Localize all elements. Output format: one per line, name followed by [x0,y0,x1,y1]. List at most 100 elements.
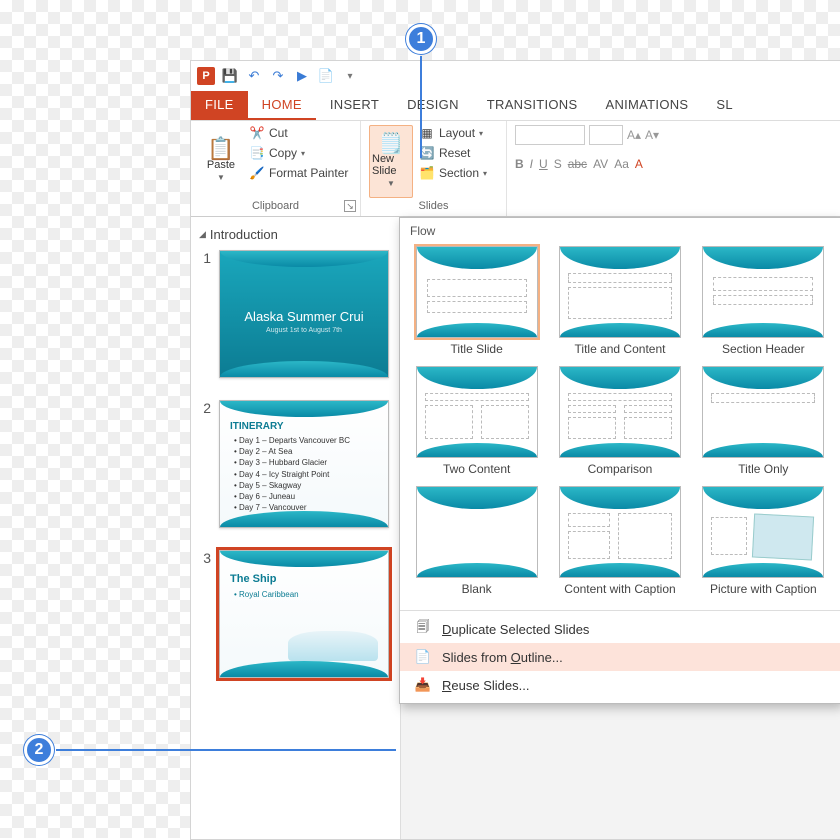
chevron-down-icon: ▼ [387,179,395,188]
tab-insert[interactable]: INSERT [316,91,393,120]
increase-font-icon[interactable]: A▴ [627,128,641,142]
paste-button[interactable]: 📋 Paste ▼ [199,125,243,198]
layout-content-with-caption[interactable]: Content with Caption [555,486,684,596]
group-clipboard: 📋 Paste ▼ ✂️Cut 📑Copy▾ 🖌️Format Painter … [191,121,361,216]
change-case-button[interactable]: Aa [614,157,629,171]
start-from-beginning-icon[interactable]: ▶ [293,67,311,85]
tab-transitions[interactable]: TRANSITIONS [473,91,592,120]
gallery-menu: 🗐 Duplicate Selected Slides 📄 Slides fro… [400,611,840,703]
redo-icon[interactable]: ↷ [269,67,287,85]
save-icon[interactable]: 💾 [221,67,239,85]
layout-label: Comparison [588,462,653,476]
layout-label: Layout [439,126,475,140]
callout-1-line [420,56,422,158]
slide-thumbnail-3[interactable]: The Ship Royal Caribbean [219,550,389,678]
tab-home[interactable]: HOME [248,91,316,120]
slide-outline-pane[interactable]: Introduction 1 Alaska Summer Crui August… [191,217,401,839]
slide-number: 1 [199,250,211,378]
slide-thumbnail-item[interactable]: 2 ITINERARY Day 1 – Departs Vancouver BC… [199,400,392,528]
layout-grid: Title Slide Title and Content Section He… [400,242,840,610]
slide3-bullets: Royal Caribbean [234,589,299,600]
paste-icon: 📋 [213,141,229,157]
clipboard-launcher-icon[interactable]: ↘ [344,200,356,212]
reset-button[interactable]: 🔄Reset [419,145,487,161]
italic-button[interactable]: I [530,157,533,171]
touch-mode-icon[interactable]: 📄 [317,67,335,85]
layout-label: Content with Caption [564,582,675,596]
menu-label: Duplicate Selected Slides [442,622,589,637]
strikethrough-button[interactable]: abc [568,157,587,171]
new-slide-label: New Slide [372,153,410,177]
format-painter-button[interactable]: 🖌️ Format Painter [249,165,348,181]
font-color-button[interactable]: A [635,157,643,171]
app-logo-icon: P [197,67,215,85]
menu-reuse-slides[interactable]: 📥 Reuse Slides... [400,671,840,699]
paste-label: Paste [207,159,235,171]
slide-thumbnail-item[interactable]: 3 The Ship Royal Caribbean [199,550,392,678]
tab-file[interactable]: FILE [191,91,248,120]
group-font: A▴ A▾ B I U S abc AV Aa A [507,121,840,216]
copy-button[interactable]: 📑Copy▾ [249,145,348,161]
layout-blank[interactable]: Blank [412,486,541,596]
layout-label: Title and Content [575,342,666,356]
font-size-combo[interactable] [589,125,623,145]
copy-label: Copy [269,146,297,160]
decrease-font-icon[interactable]: A▾ [645,128,659,142]
tab-design[interactable]: DESIGN [393,91,473,120]
scissors-icon: ✂️ [249,125,265,141]
layout-two-content[interactable]: Two Content [412,366,541,476]
slide2-heading: ITINERARY [230,421,284,432]
underline-button[interactable]: U [539,157,548,171]
cut-button[interactable]: ✂️ Cut [249,125,348,141]
undo-icon[interactable]: ↶ [245,67,263,85]
qat-customize-icon[interactable]: ▾ [341,67,359,85]
cut-label: Cut [269,126,288,140]
layout-button[interactable]: ▦Layout▾ [419,125,487,141]
layout-comparison[interactable]: Comparison [555,366,684,476]
layout-title-slide[interactable]: Title Slide [412,246,541,356]
char-spacing-button[interactable]: AV [593,157,608,171]
section-button[interactable]: 🗂️Section▾ [419,165,487,181]
reuse-icon: 📥 [414,677,432,693]
callout-1-number: 1 [417,30,426,48]
group-slides: 🗒️ New Slide ▼ ▦Layout▾ 🔄Reset 🗂️Section… [361,121,507,216]
layout-title-and-content[interactable]: Title and Content [555,246,684,356]
menu-slides-from-outline[interactable]: 📄 Slides from Outline... [400,643,840,671]
slide3-heading: The Ship [230,573,276,585]
quick-access-toolbar: P 💾 ↶ ↷ ▶ 📄 ▾ [191,61,840,91]
layout-picture-with-caption[interactable]: Picture with Caption [699,486,828,596]
ship-graphic [288,631,378,661]
font-name-combo[interactable] [515,125,585,145]
slide-thumbnail-2[interactable]: ITINERARY Day 1 – Departs Vancouver BC D… [219,400,389,528]
layout-label: Picture with Caption [710,582,817,596]
layout-label: Title Slide [451,342,503,356]
menu-duplicate-slides[interactable]: 🗐 Duplicate Selected Slides [400,615,840,643]
chevron-down-icon: ▼ [217,173,225,182]
ribbon: 📋 Paste ▼ ✂️Cut 📑Copy▾ 🖌️Format Painter … [191,121,840,217]
section-heading[interactable]: Introduction [199,227,392,242]
tab-animations[interactable]: ANIMATIONS [591,91,702,120]
callout-1-badge: 1 [406,24,436,54]
duplicate-icon: 🗐 [414,621,432,637]
shadow-button[interactable]: S [554,157,562,171]
outline-icon: 📄 [414,649,432,665]
reset-label: Reset [439,146,470,160]
gallery-theme-name: Flow [400,218,840,242]
new-slide-button[interactable]: 🗒️ New Slide ▼ [369,125,413,198]
tab-slideshow[interactable]: SL [702,91,747,120]
layout-section-header[interactable]: Section Header [699,246,828,356]
layout-label: Section Header [722,342,805,356]
ribbon-tabs: FILE HOME INSERT DESIGN TRANSITIONS ANIM… [191,91,840,121]
slide2-bullets: Day 1 – Departs Vancouver BC Day 2 – At … [234,435,350,513]
bold-button[interactable]: B [515,157,524,171]
section-label: Section [439,166,479,180]
new-slide-gallery: Flow Title Slide Title and Content [399,217,840,704]
copy-icon: 📑 [249,145,265,161]
format-painter-label: Format Painter [269,166,348,180]
slide-thumbnail-item[interactable]: 1 Alaska Summer Crui August 1st to Augus… [199,250,392,378]
layout-title-only[interactable]: Title Only [699,366,828,476]
slide-thumbnail-1[interactable]: Alaska Summer Crui August 1st to August … [219,250,389,378]
brush-icon: 🖌️ [249,165,265,181]
new-slide-icon: 🗒️ [383,135,399,151]
group-clipboard-label: Clipboard [199,198,352,214]
